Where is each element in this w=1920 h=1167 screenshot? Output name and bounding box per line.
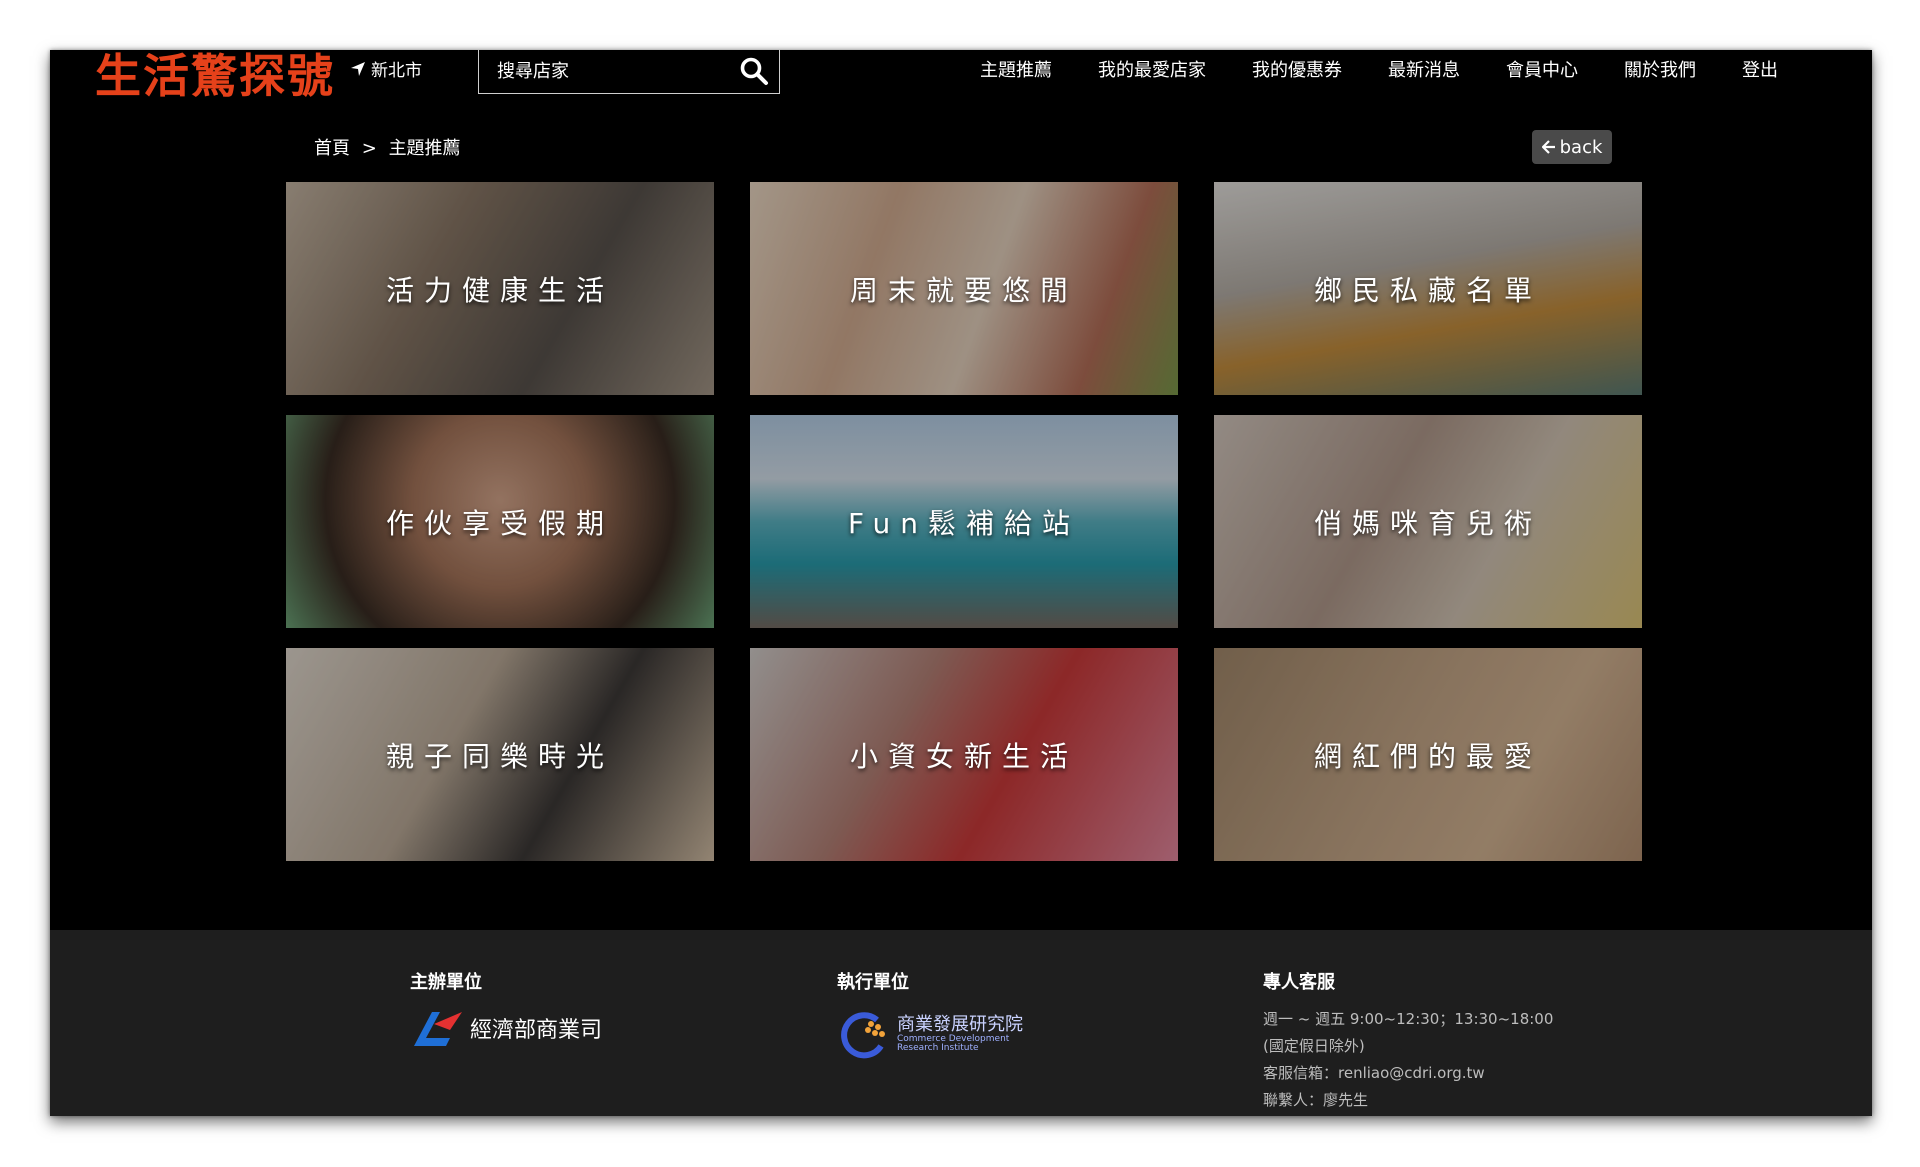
nav-latest-news[interactable]: 最新消息 — [1388, 56, 1460, 82]
breadcrumb-home[interactable]: 首頁 — [314, 138, 350, 159]
service-holiday: (國定假日除外) — [1263, 1037, 1365, 1055]
nav-favorite-stores[interactable]: 我的最愛店家 — [1098, 56, 1206, 82]
card-title: 網紅們的最愛 — [1313, 739, 1542, 773]
theme-grid: 活力健康生活 周末就要悠閒 鄉民私藏名單 作伙享受假期 Fun鬆補給站 俏媽咪育… — [286, 182, 1642, 861]
theme-card[interactable]: 活力健康生活 — [286, 182, 714, 395]
nav-logout[interactable]: 登出 — [1742, 56, 1778, 82]
organizer-title: 主辦單位 — [410, 972, 482, 993]
theme-card[interactable]: 作伙享受假期 — [286, 415, 714, 628]
card-title: 作伙享受假期 — [385, 506, 614, 540]
search-box — [478, 50, 780, 94]
nav-about-us[interactable]: 關於我們 — [1624, 56, 1696, 82]
cdri-logo-icon — [841, 1012, 885, 1059]
site-logo[interactable]: 生活驚探號 — [95, 50, 335, 106]
card-title: 周末就要悠閒 — [849, 273, 1078, 307]
theme-card[interactable]: 鄉民私藏名單 — [1214, 182, 1642, 395]
card-title: 活力健康生活 — [385, 273, 614, 307]
executor-title: 執行單位 — [837, 972, 909, 993]
card-title: 俏媽咪育兒術 — [1313, 506, 1542, 540]
organizer-column: 主辦單位 經濟部商業司 — [410, 968, 602, 1048]
breadcrumb-separator: > — [361, 138, 377, 159]
service-column: 專人客服 週一 ~ 週五 9:00~12:30；13:30~18:00 (國定假… — [1263, 968, 1553, 1116]
service-email[interactable]: 客服信箱：renliao@cdri.org.tw — [1263, 1062, 1553, 1083]
theme-card[interactable]: 周末就要悠閒 — [750, 182, 1178, 395]
service-title: 專人客服 — [1263, 972, 1335, 993]
executor-column: 執行單位 商業發展研究院 Commerce Development Resear… — [837, 968, 1023, 1062]
search-icon[interactable] — [739, 56, 769, 86]
arrow-left-icon — [1541, 140, 1555, 154]
back-label: back — [1559, 136, 1603, 158]
app-frame: 生活驚探號 新北市 主題推薦 我的最愛店家 我的優惠券 最新消息 會員中心 關於… — [50, 50, 1872, 1116]
card-title: 鄉民私藏名單 — [1313, 273, 1542, 307]
nav-my-coupons[interactable]: 我的優惠券 — [1252, 56, 1342, 82]
nav-member-center[interactable]: 會員中心 — [1506, 56, 1578, 82]
breadcrumb: 首頁 > 主題推薦 — [314, 134, 461, 160]
breadcrumb-current: 主題推薦 — [388, 138, 461, 159]
organizer-logo[interactable]: 經濟部商業司 — [410, 1008, 602, 1048]
nav-theme-recommend[interactable]: 主題推薦 — [980, 56, 1052, 82]
back-button[interactable]: back — [1532, 130, 1612, 164]
location-label: 新北市 — [371, 61, 422, 81]
executor-logo[interactable]: 商業發展研究院 Commerce Development Research In… — [837, 1008, 1023, 1062]
main-nav: 主題推薦 我的最愛店家 我的優惠券 最新消息 會員中心 關於我們 登出 — [980, 56, 1778, 82]
theme-card[interactable]: 網紅們的最愛 — [1214, 648, 1642, 861]
theme-card[interactable]: 小資女新生活 — [750, 648, 1178, 861]
card-title: 親子同樂時光 — [385, 739, 614, 773]
site-footer: 主辦單位 經濟部商業司 執行單位 商業發展研究院 Commerce Develo… — [50, 930, 1872, 1116]
executor-name-en-2: Research Institute — [897, 1043, 979, 1054]
theme-card[interactable]: 俏媽咪育兒術 — [1214, 415, 1642, 628]
location-arrow-icon — [351, 61, 365, 76]
moea-logo-icon — [414, 1012, 462, 1046]
card-title: 小資女新生活 — [849, 739, 1078, 773]
executor-name-zh: 商業發展研究院 — [897, 1014, 1023, 1036]
search-input[interactable] — [479, 50, 729, 93]
card-title: Fun鬆補給站 — [847, 506, 1081, 540]
theme-card[interactable]: Fun鬆補給站 — [750, 415, 1178, 628]
service-hours: 週一 ~ 週五 9:00~12:30；13:30~18:00 — [1263, 1010, 1554, 1028]
location-selector[interactable]: 新北市 — [350, 56, 422, 81]
theme-card[interactable]: 親子同樂時光 — [286, 648, 714, 861]
organizer-name: 經濟部商業司 — [470, 1018, 603, 1043]
service-contact: 聯繫人：廖先生 — [1263, 1091, 1369, 1109]
